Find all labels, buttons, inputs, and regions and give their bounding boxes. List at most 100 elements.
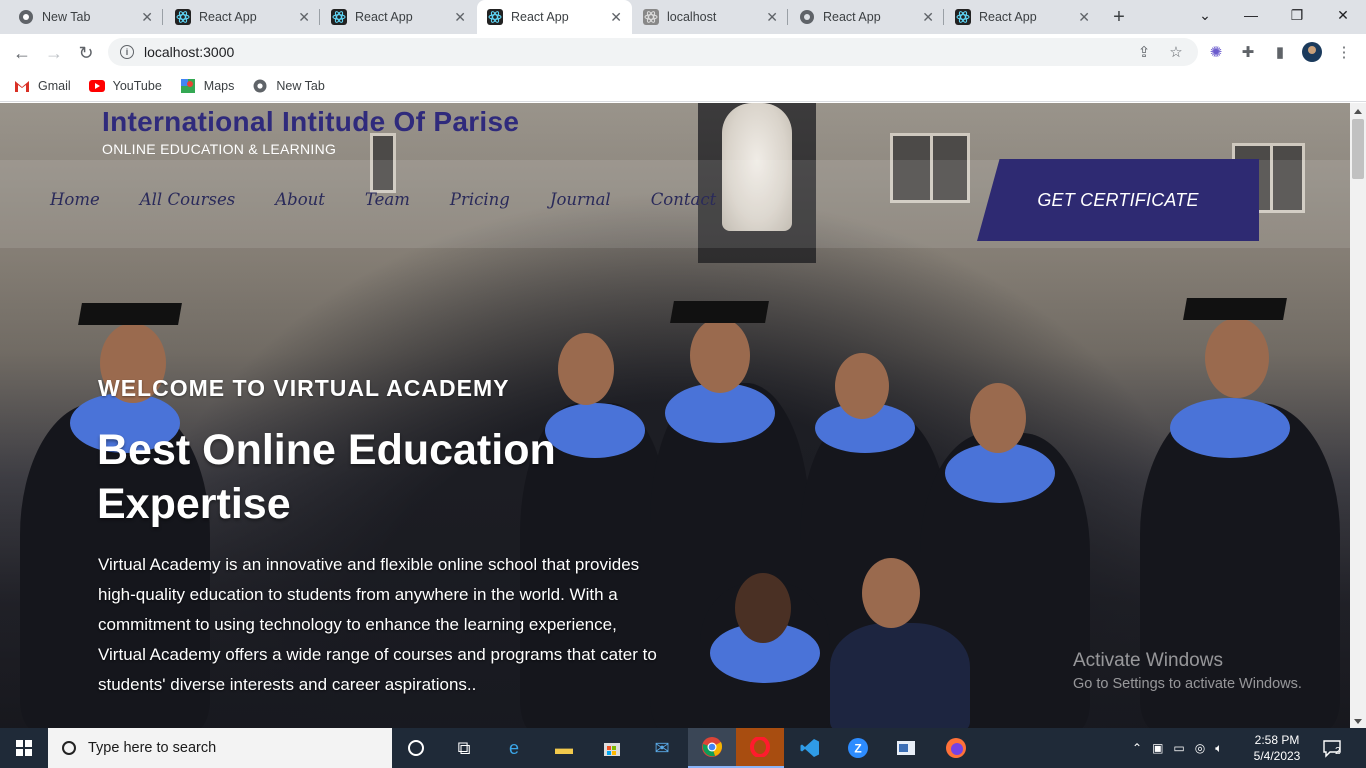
nav-team[interactable]: Team bbox=[365, 190, 410, 209]
tab-search-chevron-icon[interactable]: ⌄ bbox=[1182, 0, 1228, 30]
graduate-hood bbox=[1170, 398, 1290, 458]
tab-title: React App bbox=[511, 10, 569, 24]
share-icon[interactable]: ⇪ bbox=[1134, 42, 1154, 62]
close-icon[interactable]: ✕ bbox=[1078, 9, 1090, 26]
react-icon bbox=[331, 9, 347, 25]
edge-icon[interactable]: e bbox=[490, 728, 538, 768]
react-icon bbox=[487, 9, 503, 25]
opera-icon[interactable] bbox=[736, 728, 784, 768]
bookmark-star-icon[interactable]: ☆ bbox=[1166, 42, 1186, 62]
scroll-up-arrow-icon[interactable] bbox=[1354, 109, 1362, 114]
notification-tray-icon[interactable]: ▣ bbox=[1152, 741, 1163, 755]
search-placeholder: Type here to search bbox=[88, 740, 217, 756]
bookmarks-bar: Gmail YouTube Maps New Tab bbox=[0, 70, 1366, 102]
graduate-face bbox=[558, 333, 614, 405]
system-tray: ⌃ ▣ ▭ ◎ 🔈︎ bbox=[1132, 728, 1222, 768]
chrome-icon bbox=[18, 9, 34, 25]
tab-react-app[interactable]: React App ✕ bbox=[945, 0, 1100, 34]
react-icon bbox=[175, 9, 191, 25]
close-icon[interactable]: ✕ bbox=[922, 9, 934, 26]
menu-kebab-icon[interactable]: ⋮ bbox=[1334, 42, 1354, 62]
graduate-cap bbox=[78, 303, 182, 325]
restore-button[interactable]: ❐ bbox=[1274, 0, 1320, 30]
notification-count: 2 bbox=[1335, 746, 1341, 757]
page-scrollbar[interactable] bbox=[1350, 103, 1366, 728]
new-tab-button[interactable]: + bbox=[1108, 6, 1130, 28]
globe-icon bbox=[252, 79, 268, 93]
mail-icon[interactable]: ✉ bbox=[638, 728, 686, 768]
profile-avatar[interactable] bbox=[1302, 42, 1322, 62]
nav-pricing[interactable]: Pricing bbox=[450, 190, 510, 209]
tab-new-tab[interactable]: New Tab ✕ bbox=[8, 0, 163, 34]
reload-icon[interactable]: ↻ bbox=[74, 41, 98, 65]
graduate-face bbox=[862, 558, 920, 628]
side-panel-icon[interactable]: ▮ bbox=[1270, 42, 1290, 62]
svg-text:Z: Z bbox=[854, 742, 861, 756]
forward-arrow-icon[interactable]: → bbox=[42, 41, 66, 65]
graduate-face bbox=[970, 383, 1026, 453]
bookmark-label: New Tab bbox=[276, 78, 325, 93]
maps-icon bbox=[180, 78, 196, 93]
back-arrow-icon[interactable]: ← bbox=[10, 41, 34, 65]
chevron-up-icon[interactable]: ⌃ bbox=[1132, 741, 1142, 755]
volume-icon[interactable]: 🔈︎ bbox=[1215, 741, 1222, 756]
bookmark-new-tab[interactable]: New Tab bbox=[252, 78, 325, 93]
graduate-figure bbox=[830, 623, 970, 728]
bookmark-label: Gmail bbox=[38, 78, 71, 93]
youtube-icon bbox=[88, 79, 105, 93]
tab-react-app[interactable]: React App ✕ bbox=[321, 0, 476, 34]
store-icon[interactable] bbox=[588, 728, 636, 768]
scroll-thumb[interactable] bbox=[1352, 119, 1364, 179]
scroll-down-arrow-icon[interactable] bbox=[1354, 719, 1362, 724]
extensions-puzzle-icon[interactable]: ✚ bbox=[1238, 42, 1258, 62]
vscode-icon[interactable] bbox=[786, 728, 834, 768]
address-bar[interactable]: i localhost:3000 bbox=[108, 38, 1198, 66]
hero-description: Virtual Academy is an innovative and fle… bbox=[98, 555, 657, 694]
battery-icon[interactable]: ▭ bbox=[1173, 741, 1184, 755]
gmail-icon bbox=[14, 79, 30, 93]
activate-windows-watermark: Activate Windows Go to Settings to activ… bbox=[1073, 650, 1302, 692]
action-center-icon[interactable]: 2 bbox=[1322, 738, 1344, 758]
graduate-face bbox=[1205, 318, 1269, 398]
bookmark-gmail[interactable]: Gmail bbox=[14, 79, 71, 93]
site-info-icon[interactable]: i bbox=[120, 45, 134, 59]
close-icon[interactable]: ✕ bbox=[610, 9, 622, 26]
tab-react-app-active[interactable]: React App ✕ bbox=[477, 0, 632, 34]
close-icon[interactable]: ✕ bbox=[298, 9, 310, 26]
site-subtitle: ONLINE EDUCATION & LEARNING bbox=[102, 141, 337, 157]
taskbar-clock[interactable]: 2:58 PM 5/4/2023 bbox=[1248, 732, 1306, 764]
file-explorer-icon[interactable]: ▬ bbox=[540, 728, 588, 768]
react-icon bbox=[643, 9, 659, 25]
chrome-taskbar-icon[interactable] bbox=[688, 728, 736, 768]
nav-contact[interactable]: Contact bbox=[651, 190, 717, 209]
close-icon[interactable]: ✕ bbox=[141, 9, 153, 26]
taskbar-search[interactable]: Type here to search bbox=[48, 728, 392, 768]
nav-home[interactable]: Home bbox=[50, 190, 100, 209]
nav-all-courses[interactable]: All Courses bbox=[140, 190, 236, 209]
tab-react-app[interactable]: React App ✕ bbox=[165, 0, 320, 34]
nav-about[interactable]: About bbox=[275, 190, 325, 209]
close-window-button[interactable]: ✕ bbox=[1320, 0, 1366, 30]
windows-logo-icon bbox=[16, 740, 32, 756]
network-icon[interactable]: ◎ bbox=[1195, 741, 1205, 755]
tab-localhost[interactable]: localhost ✕ bbox=[633, 0, 788, 34]
close-icon[interactable]: ✕ bbox=[766, 9, 778, 26]
zoom-icon[interactable]: Z bbox=[834, 728, 882, 768]
tab-react-app[interactable]: React App ✕ bbox=[789, 0, 944, 34]
extension-gear-icon[interactable]: ✺ bbox=[1206, 42, 1226, 62]
minimize-button[interactable]: — bbox=[1228, 0, 1274, 30]
bookmark-youtube[interactable]: YouTube bbox=[88, 79, 162, 93]
task-view-icon[interactable]: ⧉ bbox=[440, 728, 488, 768]
start-button[interactable] bbox=[0, 728, 48, 768]
site-title[interactable]: International Intitude Of Parise bbox=[102, 106, 519, 138]
bookmark-label: Maps bbox=[203, 78, 235, 93]
get-certificate-button[interactable]: GET CERTIFICATE bbox=[977, 159, 1259, 241]
bookmark-maps[interactable]: Maps bbox=[180, 78, 235, 93]
watermark-title: Activate Windows bbox=[1073, 650, 1223, 671]
cortana-icon[interactable] bbox=[392, 728, 440, 768]
app-window-icon[interactable] bbox=[882, 728, 930, 768]
nav-journal[interactable]: Journal bbox=[550, 190, 611, 209]
close-icon[interactable]: ✕ bbox=[454, 9, 466, 26]
address-text: localhost:3000 bbox=[144, 44, 235, 60]
firefox-icon[interactable] bbox=[932, 728, 980, 768]
